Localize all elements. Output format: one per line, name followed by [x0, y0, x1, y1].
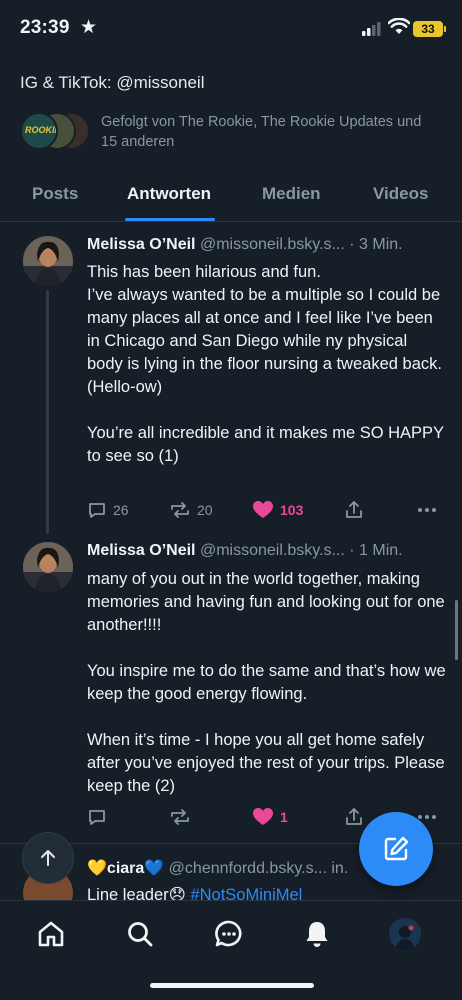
like-count: 1	[280, 809, 288, 825]
tab-videos[interactable]: Videos	[373, 184, 428, 204]
arrow-up-icon	[41, 850, 55, 866]
profile-avatar-image	[389, 918, 421, 950]
scroll-to-top-button[interactable]	[22, 832, 74, 884]
avatar-portrait	[23, 542, 73, 592]
post-header: 💛ciara💙 @chennfordd.bsky.s... in.	[87, 858, 348, 878]
wifi-icon	[388, 18, 410, 34]
search-icon	[128, 922, 153, 947]
home-icon	[38, 921, 64, 947]
nav-search[interactable]	[123, 917, 157, 951]
like-count: 103	[280, 502, 304, 518]
heart-filled-icon	[253, 501, 273, 518]
repost-button[interactable]: 20	[169, 500, 213, 520]
more-icon	[418, 508, 436, 512]
author-name[interactable]: 💛ciara💙	[87, 860, 164, 877]
nav-chat[interactable]	[212, 917, 246, 951]
post-text: This has been hilarious and fun. I’ve al…	[87, 263, 444, 465]
tab-media[interactable]: Medien	[262, 184, 321, 204]
followed-by-text[interactable]: Gefolgt von The Rookie, The Rookie Updat…	[101, 112, 431, 152]
compose-icon	[384, 836, 409, 861]
post-actions: 26 20 103	[87, 500, 447, 524]
tab-replies[interactable]: Antworten	[127, 184, 211, 204]
star-icon: ★	[80, 17, 98, 38]
like-button[interactable]: 103	[252, 500, 303, 520]
repost-icon	[171, 502, 189, 518]
repost-button[interactable]	[169, 807, 197, 827]
tab-posts[interactable]: Posts	[32, 184, 78, 204]
battery-tip	[444, 26, 446, 32]
author-name[interactable]: Melissa O’Neil	[87, 236, 196, 253]
author-avatar[interactable]	[23, 542, 73, 592]
thread-line	[46, 290, 49, 534]
share-icon	[346, 501, 362, 518]
profile-bio: IG & TikTok: @missoneil	[20, 73, 205, 92]
post-time: in.	[331, 860, 349, 877]
author-handle[interactable]: @missoneil.bsky.s...	[200, 542, 345, 559]
compose-button[interactable]	[359, 812, 433, 886]
post-text-body: Line leader😞	[87, 886, 186, 901]
reply-button[interactable]: 26	[87, 500, 129, 520]
status-time: 23:39	[20, 17, 70, 38]
post-time: · 3 Min.	[349, 236, 403, 253]
profile-tabs: Posts Antworten Medien Videos	[0, 172, 462, 222]
post-header: Melissa O’Neil @missoneil.bsky.s... · 1 …	[87, 542, 447, 560]
bell-icon	[306, 922, 328, 947]
scrollbar[interactable]	[455, 600, 458, 660]
more-options-button[interactable]	[416, 500, 444, 520]
reply-icon	[89, 503, 105, 518]
author-avatar[interactable]	[23, 236, 73, 286]
status-bar: 23:39 ★ 33	[0, 0, 462, 58]
share-button[interactable]	[344, 807, 370, 827]
reply-button[interactable]	[87, 807, 113, 827]
rookie-logo: ROOKIE	[25, 125, 58, 135]
post-time: · 1 Min.	[349, 542, 403, 559]
repost-count: 20	[197, 502, 213, 518]
nav-home[interactable]	[34, 917, 68, 951]
heart-filled-icon	[253, 808, 273, 825]
reply-count: 26	[113, 502, 129, 518]
reply-icon	[89, 810, 105, 825]
cellular-signal-icon	[362, 22, 381, 36]
share-icon	[346, 808, 362, 825]
author-name[interactable]: Melissa O’Neil	[87, 542, 196, 559]
like-button[interactable]: 1	[252, 807, 288, 827]
author-handle[interactable]: @missoneil.bsky.s...	[200, 236, 345, 253]
post-text: Line leader😞 #NotSoMiniMel	[87, 885, 302, 901]
chat-icon	[215, 920, 242, 947]
repost-icon	[171, 809, 189, 825]
author-handle[interactable]: @chennfordd.bsky.s...	[169, 860, 327, 877]
share-button[interactable]	[344, 500, 370, 520]
nav-profile-avatar[interactable]	[389, 918, 421, 950]
post-header: Melissa O’Neil @missoneil.bsky.s... · 3 …	[87, 236, 447, 254]
follower-avatar: ROOKIE	[20, 112, 58, 150]
battery-level: 33	[413, 21, 443, 37]
post-item[interactable]: Melissa O’Neil @missoneil.bsky.s... · 1 …	[0, 528, 462, 838]
avatar-portrait	[23, 236, 73, 286]
nav-notifications[interactable]	[300, 917, 334, 951]
home-indicator	[150, 983, 314, 988]
followed-by-avatars[interactable]: ROOKIE	[20, 112, 90, 150]
active-tab-indicator	[125, 218, 215, 221]
post-item[interactable]: Melissa O’Neil @missoneil.bsky.s... · 3 …	[0, 222, 462, 538]
post-text: many of you out in the world together, m…	[87, 570, 446, 795]
hashtag-link[interactable]: #NotSoMiniMel	[190, 886, 302, 901]
